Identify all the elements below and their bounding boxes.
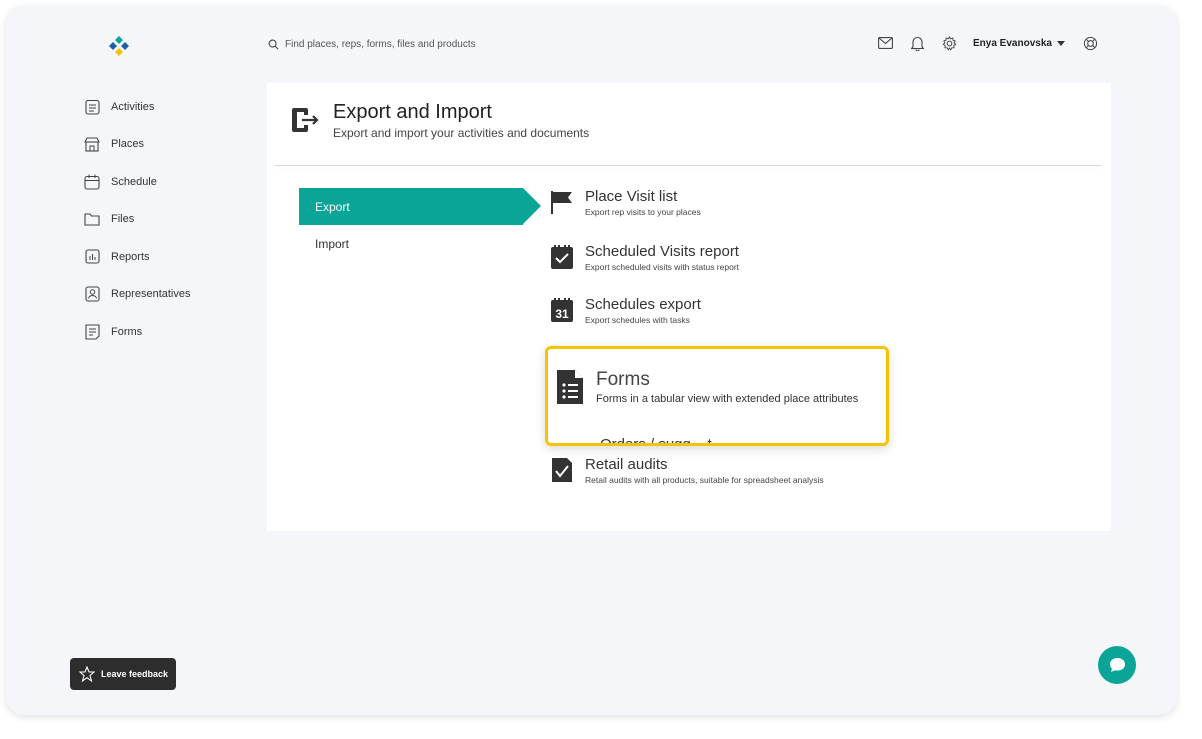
mail-icon[interactable] xyxy=(877,35,893,51)
form-icon xyxy=(83,323,101,341)
export-import-tabs: Export Import xyxy=(299,188,541,262)
clipboard-icon xyxy=(83,98,101,116)
sidebar-item-label: Files xyxy=(111,213,135,226)
top-toolbar: Enya Evanovska xyxy=(877,35,1115,51)
calendar-icon xyxy=(83,173,101,191)
document-check-icon xyxy=(549,456,575,484)
export-title: Scheduled Visits report xyxy=(585,243,739,260)
sidebar-nav: Activities Places Schedule Files Reports… xyxy=(83,88,191,351)
star-icon xyxy=(79,666,95,682)
export-desc: Retail audits with all products, suitabl… xyxy=(585,475,824,485)
person-badge-icon xyxy=(83,285,101,303)
export-forms-highlight[interactable]: Forms Forms in a tabular view with exten… xyxy=(545,346,889,446)
export-schedules[interactable]: 31 Schedules export Export schedules wit… xyxy=(549,296,889,325)
sidebar-item-label: Reports xyxy=(111,250,150,263)
export-desc: Export schedules with tasks xyxy=(585,315,690,325)
calendar-day-text: 31 xyxy=(555,307,569,321)
folder-icon xyxy=(83,210,101,228)
sidebar-item-forms[interactable]: Forms xyxy=(83,313,191,351)
user-menu[interactable]: Enya Evanovska xyxy=(973,38,1065,49)
sidebar-item-label: Representatives xyxy=(111,288,191,301)
export-desc: Export scheduled visits with status repo… xyxy=(585,262,740,272)
page-subtitle: Export and import your activities and do… xyxy=(333,126,590,140)
sidebar-item-activities[interactable]: Activities xyxy=(83,88,191,126)
export-place-visit-list[interactable]: Place Visit list Export rep visits to yo… xyxy=(549,188,889,217)
sidebar-item-files[interactable]: Files xyxy=(83,201,191,239)
chat-bubble-icon xyxy=(1109,658,1125,672)
tab-export[interactable]: Export xyxy=(299,188,541,225)
tab-import[interactable]: Import xyxy=(299,225,539,262)
form-document-icon xyxy=(557,370,583,404)
export-title: Forms xyxy=(596,369,650,390)
app-frame: Find places, reps, forms, files and prod… xyxy=(6,6,1177,715)
bell-icon[interactable] xyxy=(909,35,925,51)
chat-button[interactable] xyxy=(1098,646,1136,684)
export-desc: Export rep visits to your places xyxy=(585,207,701,217)
chart-icon xyxy=(83,248,101,266)
calendar-check-icon xyxy=(549,243,575,271)
gear-icon[interactable] xyxy=(941,35,957,51)
header-divider xyxy=(275,165,1101,166)
export-desc: Forms in a tabular view with extended pl… xyxy=(596,393,859,405)
export-retail-audits[interactable]: Retail audits Retail audits with all pro… xyxy=(549,456,889,485)
cut-off-next-item: Orders / sugg... t xyxy=(600,436,712,446)
sidebar-item-label: Schedule xyxy=(111,175,157,188)
leave-feedback-button[interactable]: Leave feedback xyxy=(70,658,176,690)
export-title: Retail audits xyxy=(585,456,668,473)
export-title: Place Visit list xyxy=(585,188,678,205)
user-name: Enya Evanovska xyxy=(973,37,1052,49)
export-forms[interactable]: Forms Forms in a tabular view with exten… xyxy=(554,369,858,405)
leave-feedback-label: Leave feedback xyxy=(101,669,169,679)
sidebar-item-schedule[interactable]: Schedule xyxy=(83,163,191,201)
app-logo[interactable] xyxy=(107,34,131,58)
export-scheduled-visits-report[interactable]: Scheduled Visits report Export scheduled… xyxy=(549,243,889,272)
search-placeholder[interactable]: Find places, reps, forms, files and prod… xyxy=(285,39,476,50)
store-icon xyxy=(83,135,101,153)
global-search[interactable]: Find places, reps, forms, files and prod… xyxy=(268,39,476,50)
help-lifebuoy-icon[interactable] xyxy=(1083,35,1099,51)
flag-icon xyxy=(549,188,575,216)
export-title: Schedules export xyxy=(585,296,701,313)
search-icon xyxy=(268,39,279,50)
export-exit-icon xyxy=(292,108,319,132)
calendar-31-icon: 31 xyxy=(549,296,575,324)
sidebar-item-reports[interactable]: Reports xyxy=(83,238,191,276)
sidebar-item-label: Activities xyxy=(111,100,155,113)
sidebar-item-places[interactable]: Places xyxy=(83,126,191,164)
sidebar-item-representatives[interactable]: Representatives xyxy=(83,276,191,314)
page-header: Export and Import Export and import your… xyxy=(290,100,589,140)
sidebar-item-label: Places xyxy=(111,138,145,151)
page-title: Export and Import xyxy=(333,101,492,123)
sidebar-item-label: Forms xyxy=(111,325,143,338)
chevron-down-icon xyxy=(1056,40,1065,46)
export-import-card: Export and Import Export and import your… xyxy=(267,83,1111,531)
